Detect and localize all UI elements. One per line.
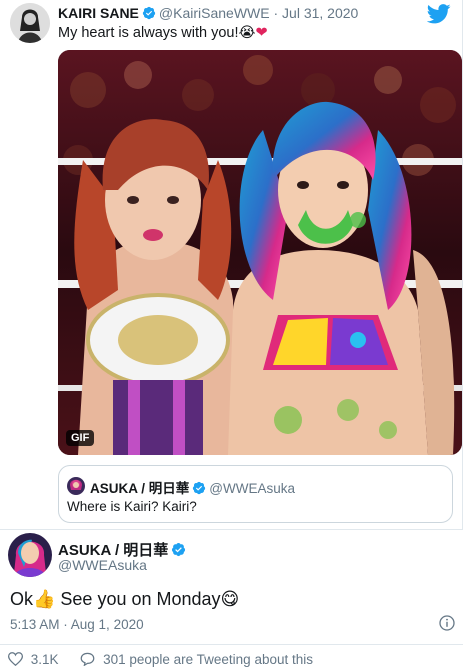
asuka-avatar[interactable] bbox=[8, 533, 52, 577]
nested-author-name: ASUKA / 明日華 bbox=[90, 481, 190, 496]
quoted-author-name[interactable]: KAIRI SANE bbox=[58, 5, 139, 21]
info-icon[interactable] bbox=[439, 615, 455, 631]
engagement-stats: 3.1K 301 people are Tweeting about this bbox=[7, 652, 313, 667]
quoted-tweet-header: KAIRI SANE @KairiSaneWWE · Jul 31, 2020 bbox=[58, 5, 358, 21]
gif-frame-illustration bbox=[58, 50, 462, 455]
asuka-small-avatar bbox=[67, 477, 85, 495]
divider bbox=[0, 644, 463, 645]
quoted-tweet-text-body: My heart is always with you!😭 bbox=[58, 25, 256, 41]
likes-count[interactable]: 3.1K bbox=[31, 652, 59, 667]
verified-badge-icon bbox=[193, 481, 206, 495]
main-author-handle[interactable]: @WWEAsuka bbox=[58, 557, 147, 573]
twitter-bird-icon[interactable] bbox=[427, 4, 451, 24]
nested-quote-card[interactable]: ASUKA / 明日華 @WWEAsuka Where is Kairi? Kai… bbox=[58, 465, 453, 523]
quoted-author-handle[interactable]: @KairiSaneWWE bbox=[159, 5, 270, 21]
gif-media[interactable]: GIF bbox=[58, 50, 462, 455]
kairi-avatar[interactable] bbox=[10, 3, 50, 43]
gif-badge: GIF bbox=[66, 430, 95, 446]
quoted-tweet-date[interactable]: Jul 31, 2020 bbox=[282, 5, 358, 21]
tweet-timestamp[interactable]: 5:13 AM · Aug 1, 2020 bbox=[10, 617, 144, 632]
separator-dot: · bbox=[273, 5, 279, 21]
activity-text[interactable]: 301 people are Tweeting about this bbox=[103, 652, 313, 667]
verified-badge-icon bbox=[142, 6, 156, 20]
nested-quote-header: ASUKA / 明日華 @WWEAsuka bbox=[90, 477, 295, 497]
quoted-tweet-text: My heart is always with you!😭❤ bbox=[58, 25, 268, 41]
main-tweet-text: Ok👍 See you on Monday😋 bbox=[10, 589, 240, 609]
red-heart-icon: ❤ bbox=[255, 25, 268, 41]
nested-quote-text: Where is Kairi? Kairi? bbox=[67, 499, 197, 514]
nested-author-handle: @WWEAsuka bbox=[209, 481, 295, 496]
verified-badge-icon bbox=[172, 542, 186, 557]
